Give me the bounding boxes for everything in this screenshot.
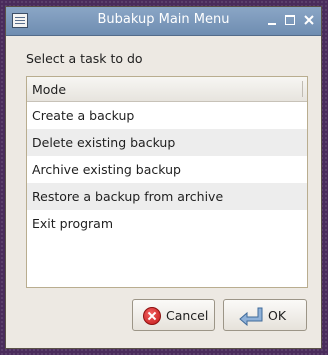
cancel-label: Cancel — [166, 308, 209, 323]
list-item-archive-backup[interactable]: Archive existing backup — [27, 156, 307, 183]
list-item-exit-program[interactable]: Exit program — [27, 210, 307, 237]
task-list[interactable]: Mode Create a backup Delete existing bac… — [26, 76, 308, 288]
minimize-button[interactable] — [264, 11, 280, 29]
title-bar[interactable]: Bubakup Main Menu — [6, 7, 321, 36]
cancel-button[interactable]: Cancel — [132, 299, 215, 331]
column-separator — [302, 81, 303, 97]
column-header-mode[interactable]: Mode — [27, 77, 307, 102]
column-header-label: Mode — [32, 82, 67, 97]
ok-label: OK — [268, 308, 287, 323]
list-item-delete-backup[interactable]: Delete existing backup — [27, 129, 307, 156]
list-item-create-backup[interactable]: Create a backup — [27, 102, 307, 129]
close-button[interactable] — [301, 11, 317, 29]
cancel-icon — [143, 307, 161, 325]
ok-button[interactable]: OK — [223, 299, 307, 331]
return-arrow-icon — [238, 306, 264, 327]
main-menu-dialog: Bubakup Main Menu Select a task to do Mo… — [5, 6, 322, 349]
list-item-restore-backup[interactable]: Restore a backup from archive — [27, 183, 307, 210]
maximize-button[interactable] — [282, 11, 298, 29]
close-icon — [304, 15, 314, 25]
prompt-label: Select a task to do — [26, 51, 143, 66]
